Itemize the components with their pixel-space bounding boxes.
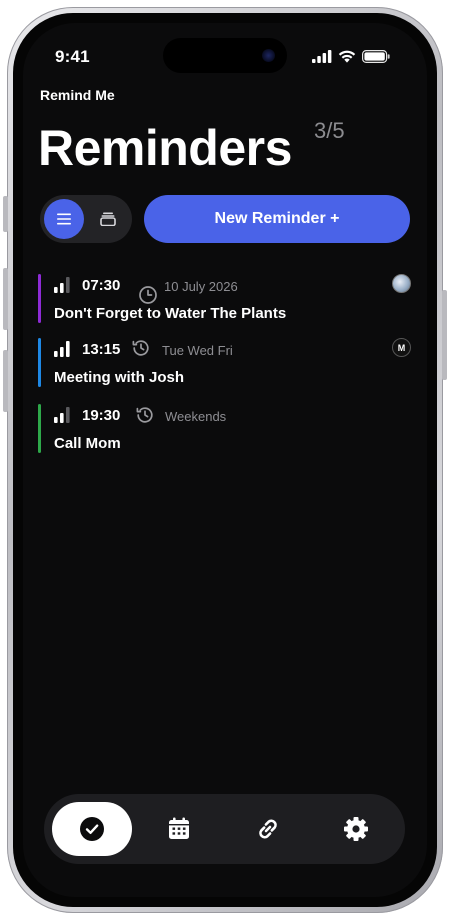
reminder-title: Call Mom <box>54 435 121 452</box>
status-time: 9:41 <box>55 47 90 66</box>
recurring-history-icon <box>132 340 149 356</box>
photo-avatar <box>392 274 411 293</box>
list-view-icon <box>57 213 71 225</box>
tab-bar <box>44 794 405 864</box>
recurring-history-icon <box>136 407 153 423</box>
priority-signal-icon <box>54 407 70 423</box>
view-toggle[interactable] <box>40 195 132 243</box>
reminder-item[interactable]: 19:30 Weekends Call Mom <box>38 404 414 454</box>
priority-signal-icon <box>54 341 70 357</box>
stack-view-icon <box>100 212 116 226</box>
new-reminder-button[interactable]: New Reminder + <box>144 195 410 243</box>
reminder-title: Don't Forget to Water The Plants <box>54 305 287 322</box>
status-icons <box>312 48 390 64</box>
reminder-item[interactable]: 07:30 10 July 2026 Don't Forget to Water… <box>38 274 414 324</box>
checkmark-icon <box>80 817 104 841</box>
calendar-icon <box>169 817 189 839</box>
tab-calendar[interactable] <box>152 802 206 856</box>
list-view-button[interactable] <box>44 199 84 239</box>
action-button <box>3 196 8 232</box>
priority-color-bar <box>38 274 41 323</box>
gear-icon <box>344 817 368 841</box>
reminder-time: 19:30 <box>82 407 121 424</box>
stack-view-button[interactable] <box>88 199 128 239</box>
reminder-time: 13:15 <box>82 341 121 358</box>
power-button <box>442 290 447 380</box>
wifi-icon <box>338 50 356 63</box>
tab-settings[interactable] <box>329 802 383 856</box>
reminder-time: 07:30 <box>82 277 121 294</box>
priority-color-bar <box>38 338 41 387</box>
initial-avatar: M <box>392 338 411 357</box>
priority-signal-icon <box>54 277 70 293</box>
reminder-schedule: Tue Wed Fri <box>162 343 233 358</box>
reminder-item[interactable]: 13:15 Tue Wed Fri Meeting with Josh M <box>38 338 414 388</box>
battery-icon <box>362 49 390 63</box>
tab-links[interactable] <box>241 802 295 856</box>
reminder-schedule: 10 July 2026 <box>164 279 238 294</box>
tab-reminders[interactable] <box>52 802 132 856</box>
volume-up-button <box>3 268 8 330</box>
reminder-count: 3/5 <box>314 118 345 143</box>
volume-down-button <box>3 350 8 412</box>
clock-icon <box>139 286 157 304</box>
page-title: Reminders <box>38 120 292 176</box>
cellular-signal-icon <box>312 49 332 63</box>
app-name: Remind Me <box>40 87 115 103</box>
link-icon <box>259 819 277 839</box>
front-camera <box>262 49 275 62</box>
priority-color-bar <box>38 404 41 453</box>
reminder-schedule: Weekends <box>165 409 227 424</box>
reminder-title: Meeting with Josh <box>54 369 185 386</box>
